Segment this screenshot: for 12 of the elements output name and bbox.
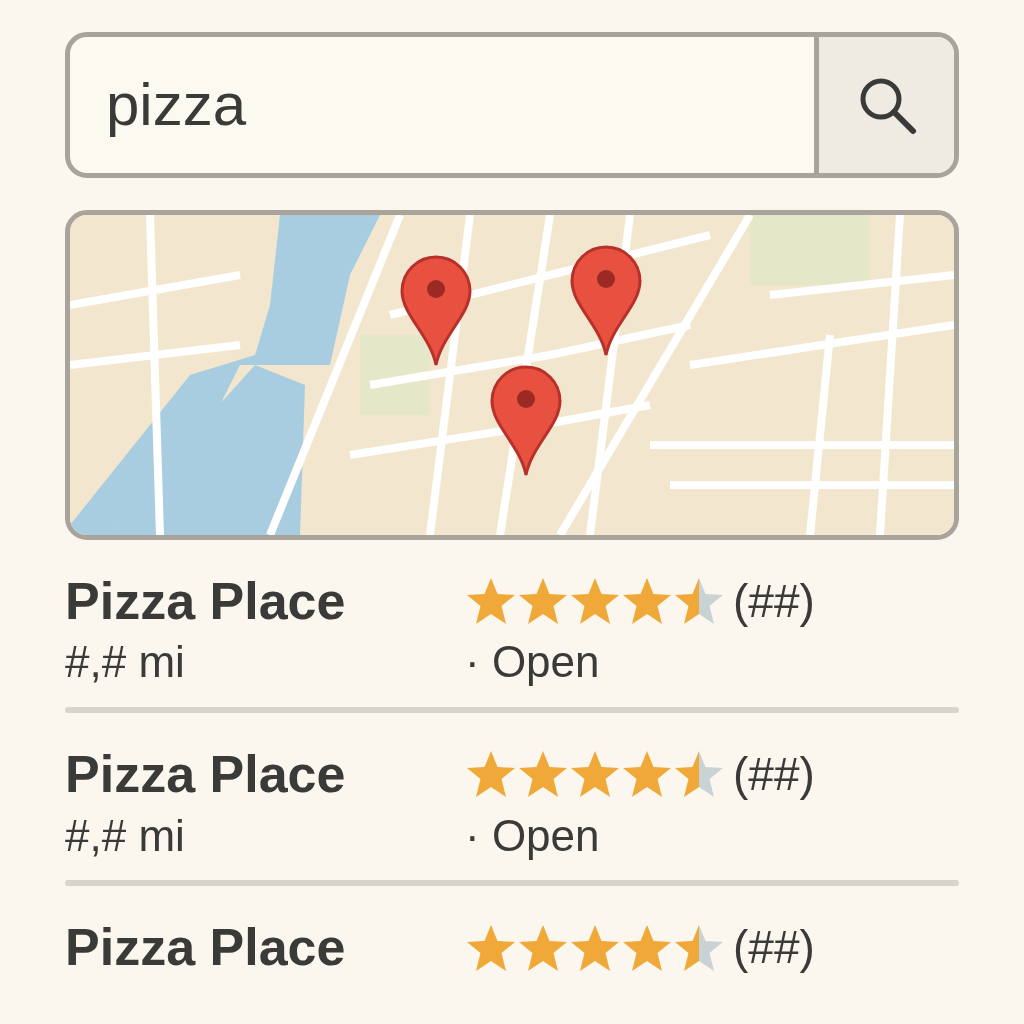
distance: #,# mi (65, 636, 186, 689)
review-count: (##) (733, 746, 815, 802)
place-name[interactable]: Pizza Place (65, 916, 465, 979)
review-count: (##) (733, 573, 815, 629)
search-field[interactable]: pizza (65, 32, 959, 178)
place-name[interactable]: Pizza Place (65, 570, 465, 633)
open-status: · Open (465, 809, 601, 862)
place-name[interactable]: Pizza Place (65, 743, 465, 806)
search-input[interactable]: pizza (70, 37, 814, 173)
review-count: (##) (733, 919, 815, 975)
distance: #,# mi (65, 809, 186, 862)
open-status: · Open (465, 636, 601, 689)
